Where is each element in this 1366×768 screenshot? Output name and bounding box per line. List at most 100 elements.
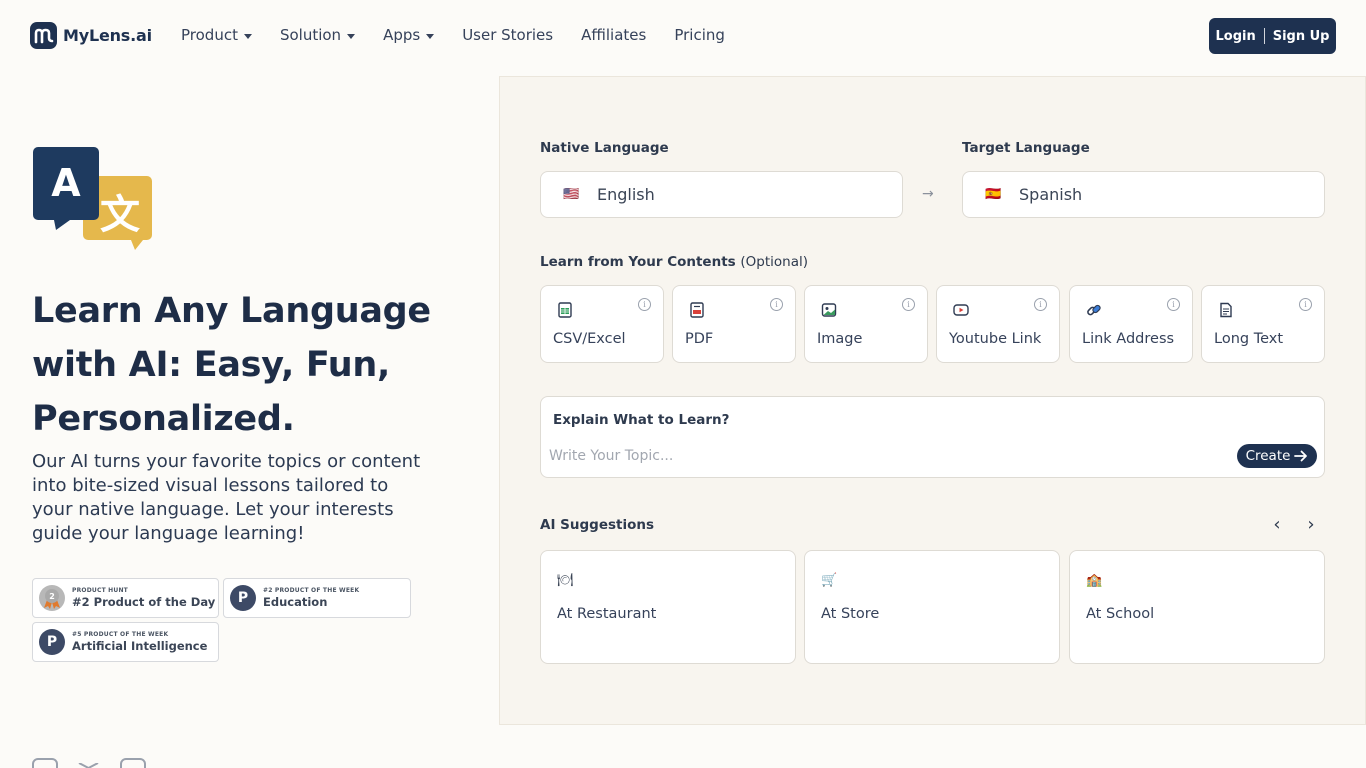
info-icon[interactable]: i xyxy=(1299,298,1312,311)
ai-suggestions-title: AI Suggestions xyxy=(540,517,655,533)
suggestion-card[interactable]: 🏫 At School xyxy=(1069,550,1325,664)
source-label: Image xyxy=(817,331,863,347)
suggestion-label: At Restaurant xyxy=(557,606,657,622)
info-icon[interactable]: i xyxy=(1034,298,1047,311)
source-label: Long Text xyxy=(1214,331,1284,347)
suggestion-label: At Store xyxy=(821,606,880,622)
hero-title-line: with AI: Easy, Fun, xyxy=(32,345,390,385)
info-icon[interactable]: i xyxy=(638,298,651,311)
target-language-select[interactable]: 🇪🇸 Spanish xyxy=(962,171,1325,218)
caret-down-icon xyxy=(347,33,356,39)
badge-title: #2 Product of the Day xyxy=(72,594,216,609)
source-long-text[interactable]: i Long Text xyxy=(1201,285,1325,363)
us-flag-icon: 🇺🇸 xyxy=(563,187,579,202)
badge-title: Education xyxy=(263,594,328,609)
source-label: CSV/Excel xyxy=(553,331,626,347)
nav-affiliates-label: Affiliates xyxy=(581,26,647,44)
hero-title: Learn Any Language with AI: Easy, Fun, P… xyxy=(32,284,452,446)
restaurant-icon: 🍽 xyxy=(557,573,574,588)
medal-icon: 2 xyxy=(39,585,65,611)
logo[interactable]: MyLens.ai xyxy=(30,22,152,49)
badge-caption: #2 PRODUCT OF THE WEEK xyxy=(263,586,360,594)
nav-affiliates[interactable]: Affiliates xyxy=(581,26,646,44)
producthunt-p-icon: P xyxy=(230,585,256,611)
badge-caption: PRODUCT HUNT xyxy=(72,586,128,594)
nav-user-stories[interactable]: User Stories xyxy=(462,26,553,44)
source-label: Youtube Link xyxy=(949,331,1042,347)
signup-button[interactable]: Sign Up xyxy=(1273,29,1330,44)
logo-mark-icon xyxy=(30,22,57,49)
contents-label: Learn from Your Contents (Optional) xyxy=(540,254,808,270)
document-icon xyxy=(1218,302,1234,318)
topic-box-title: Explain What to Learn? xyxy=(553,412,730,428)
store-icon: 🛒 xyxy=(821,573,838,588)
instagram-icon[interactable] xyxy=(120,758,146,768)
source-image[interactable]: i Image xyxy=(804,285,928,363)
logo-text: MyLens.ai xyxy=(63,26,152,45)
nav-product[interactable]: Product xyxy=(181,26,252,44)
nav-product-label: Product xyxy=(181,26,238,44)
create-button-label: Create xyxy=(1245,448,1291,464)
target-language-value: Spanish xyxy=(1019,185,1083,204)
native-language-value: English xyxy=(597,185,655,204)
caret-down-icon xyxy=(243,33,252,39)
badge-caption: #5 PRODUCT OF THE WEEK xyxy=(72,630,169,638)
producthunt-badge-ai[interactable]: P #5 PRODUCT OF THE WEEK Artificial Inte… xyxy=(32,622,219,662)
info-icon[interactable]: i xyxy=(1167,298,1180,311)
suggestion-card[interactable]: 🛒 At Store xyxy=(804,550,1060,664)
source-csv-excel[interactable]: i CSV/Excel xyxy=(540,285,664,363)
producthunt-badge-day[interactable]: 2 PRODUCT HUNT #2 Product of the Day xyxy=(32,578,219,618)
source-label: PDF xyxy=(685,331,714,347)
source-link-address[interactable]: i Link Address xyxy=(1069,285,1193,363)
source-label: Link Address xyxy=(1082,331,1175,347)
login-button[interactable]: Login xyxy=(1215,29,1255,44)
nav-pricing[interactable]: Pricing xyxy=(674,26,725,44)
nav-pricing-label: Pricing xyxy=(674,26,725,44)
hero-title-line: Personalized. xyxy=(32,399,295,439)
nav-solution[interactable]: Solution xyxy=(279,26,356,44)
source-youtube-link[interactable]: i Youtube Link xyxy=(936,285,1060,363)
suggestion-label: At School xyxy=(1086,606,1155,622)
chevron-left-icon[interactable]: ‹ xyxy=(1267,514,1287,535)
badge-title: Artificial Intelligence xyxy=(72,638,208,653)
pdf-icon xyxy=(689,302,705,318)
contents-optional-text: (Optional) xyxy=(740,254,809,270)
translate-icon: 文 A xyxy=(32,146,154,254)
info-icon[interactable]: i xyxy=(770,298,783,311)
nav-apps-label: Apps xyxy=(383,26,421,44)
info-icon[interactable]: i xyxy=(902,298,915,311)
arrow-right-icon: → xyxy=(922,186,934,202)
producthunt-badge-education[interactable]: P #2 PRODUCT OF THE WEEK Education xyxy=(223,578,411,618)
youtube-icon xyxy=(953,302,969,318)
arrow-right-icon xyxy=(1294,450,1308,462)
school-icon: 🏫 xyxy=(1086,573,1103,588)
svg-text:2: 2 xyxy=(49,592,55,601)
link-icon xyxy=(1086,302,1102,318)
source-pdf[interactable]: i PDF xyxy=(672,285,796,363)
main-nav: Product Solution Apps User Stories Affil… xyxy=(181,26,753,44)
caret-down-icon xyxy=(426,33,435,39)
social-icon[interactable] xyxy=(32,758,58,768)
nav-user-stories-label: User Stories xyxy=(462,26,554,44)
auth-divider xyxy=(1263,28,1265,44)
create-button[interactable]: Create xyxy=(1237,444,1317,468)
hero-description: Our AI turns your favorite topics or con… xyxy=(32,451,421,544)
topic-input[interactable] xyxy=(549,444,1209,468)
x-twitter-icon[interactable] xyxy=(76,758,102,768)
auth-button: Login Sign Up xyxy=(1209,18,1336,54)
hero-title-line: Learn Any Language xyxy=(32,291,431,331)
chevron-right-icon[interactable]: › xyxy=(1301,514,1321,535)
svg-text:A: A xyxy=(51,161,81,205)
spreadsheet-icon xyxy=(557,302,573,318)
svg-text:文: 文 xyxy=(100,192,140,238)
target-language-label: Target Language xyxy=(962,140,1090,156)
nav-solution-label: Solution xyxy=(279,26,342,44)
image-icon xyxy=(821,302,837,318)
contents-label-text: Learn from Your Contents xyxy=(540,254,736,270)
nav-apps[interactable]: Apps xyxy=(383,26,435,44)
social-links xyxy=(32,758,146,768)
native-language-label: Native Language xyxy=(540,140,669,156)
native-language-select[interactable]: 🇺🇸 English xyxy=(540,171,903,218)
suggestion-card[interactable]: 🍽 At Restaurant xyxy=(540,550,796,664)
top-navbar: MyLens.ai Product Solution Apps User Sto… xyxy=(0,0,1366,72)
